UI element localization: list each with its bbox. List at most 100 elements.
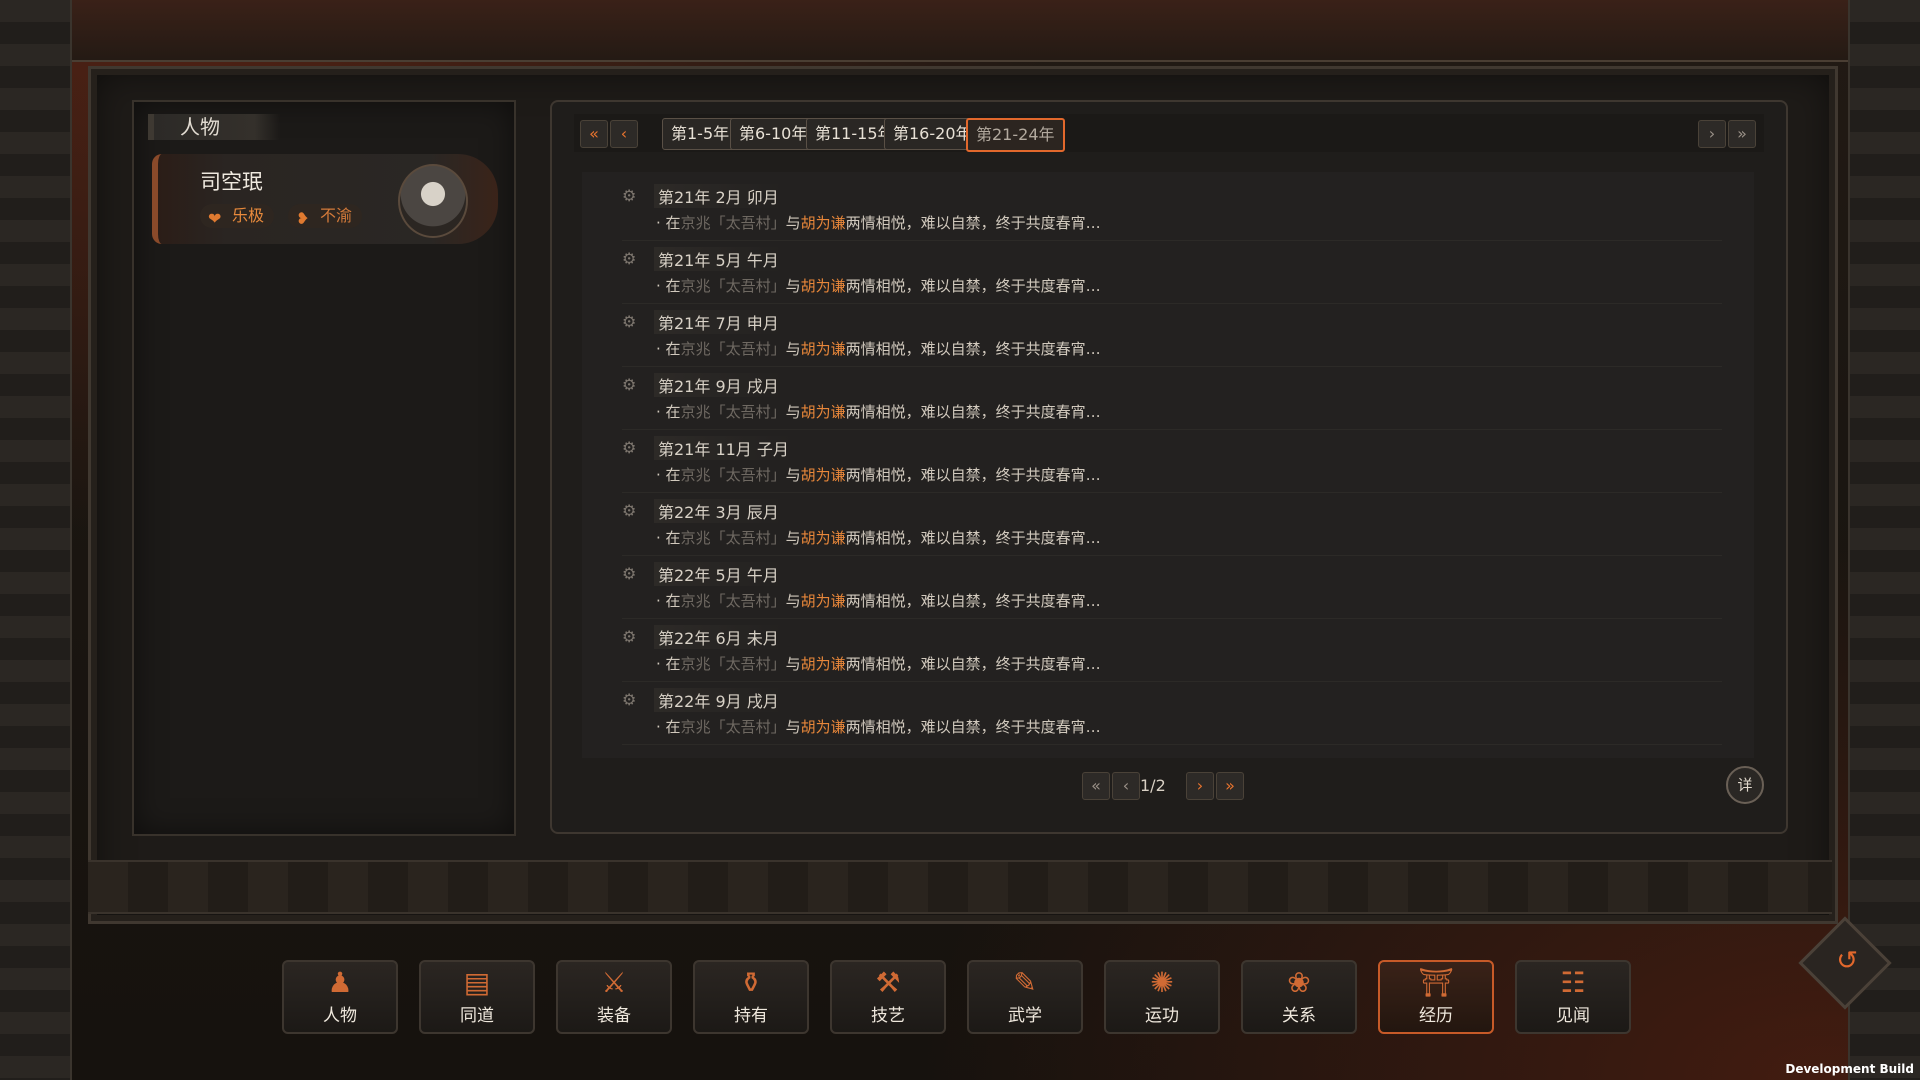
gear-bullet-icon: ⚙ [622,249,637,268]
list-item: ⚙ 第22年 6月 未月 · 在京兆「太吾村」与胡为谦两情相悦，难以自禁，终于共… [622,619,1722,682]
tab-label: 持有 [734,1006,768,1026]
event-date: 第22年 9月 戌月 [654,688,783,712]
tools-icon: ⚒ [875,966,901,999]
list-item: ⚙ 第22年 9月 戌月 · 在京兆「太吾村」与胡为谦两情相悦，难以自禁，终于共… [622,682,1722,745]
last-page-icon[interactable]: » [1728,120,1756,148]
tab-label: 装备 [597,1006,631,1026]
person-icon: ♟ [327,966,353,999]
tab-knowledge[interactable]: ☷ 见闻 [1515,960,1631,1034]
tab-skills[interactable]: ⚒ 技艺 [830,960,946,1034]
bag-icon: ⚱ [739,966,763,999]
event-text: · 在京兆「太吾村」与胡为谦两情相悦，难以自禁，终于共度春宵… [656,214,1101,232]
event-date: 第21年 2月 卯月 [654,184,783,208]
gear-bullet-icon: ⚙ [622,690,637,709]
tab-label: 同道 [460,1006,494,1026]
scroll-icon: ✎ [1013,966,1037,999]
event-date: 第21年 11月 子月 [654,436,793,460]
tab-year-1-5[interactable]: 第1-5年 [662,118,739,150]
list-item: ⚙ 第21年 5月 午月 · 在京兆「太吾村」与胡为谦两情相悦，难以自禁，终于共… [622,241,1722,304]
npc-link[interactable]: 胡为谦 [801,277,846,295]
npc-link[interactable]: 胡为谦 [801,592,846,610]
tab-cultivation[interactable]: ✺ 运功 [1104,960,1220,1034]
relation-icon: ❀ [1287,966,1311,999]
tab-label: 关系 [1282,1006,1316,1026]
gear-bullet-icon: ⚙ [622,627,637,646]
tab-relations[interactable]: ❀ 关系 [1241,960,1357,1034]
year-tab-strip: « ‹ 第1-5年 第6-10年 第11-15年 第16-20年 第21-24年… [574,114,1764,152]
list-item: ⚙ 第21年 9月 戌月 · 在京兆「太吾村」与胡为谦两情相悦，难以自禁，终于共… [622,367,1722,430]
npc-link[interactable]: 胡为谦 [801,718,846,736]
tab-year-21-24[interactable]: 第21-24年 [966,118,1065,152]
trait-label: 不渝 [320,206,353,225]
event-date: 第22年 6月 未月 [654,625,783,649]
trait-label: 乐极 [232,206,265,225]
energy-icon: ✺ [1150,966,1174,999]
tab-label: 经历 [1419,1006,1453,1026]
top-ornament [70,0,1850,62]
event-date: 第21年 5月 午月 [654,247,783,271]
pagination: « ‹ 1/2 › » [552,770,1786,800]
npc-link[interactable]: 胡为谦 [801,403,846,421]
tab-label: 武学 [1008,1006,1042,1026]
right-border [1848,0,1920,1080]
trait-tag[interactable]: ❤ 乐极 [200,204,275,228]
gear-bullet-icon: ⚙ [622,438,637,457]
event-text: · 在京兆「太吾村」与胡为谦两情相悦，难以自禁，终于共度春宵… [656,718,1101,736]
event-date: 第21年 7月 申月 [654,310,783,334]
first-page-icon[interactable]: « [1082,772,1110,800]
character-portrait[interactable] [398,164,468,238]
tab-history[interactable]: ⛩ 经历 [1378,960,1494,1034]
character-card[interactable]: 司空珉 ❤ 乐极 ❥ 不渝 [152,154,498,244]
history-panel: « ‹ 第1-5年 第6-10年 第11-15年 第16-20年 第21-24年… [550,100,1788,834]
cards-icon: ▤ [463,966,491,999]
character-panel: 人物 司空珉 ❤ 乐极 ❥ 不渝 [132,100,516,836]
prev-page-icon[interactable]: ‹ [1112,772,1140,800]
bottom-tab-bar: ♟ 人物 ▤ 同道 ⚔ 装备 ⚱ 持有 ⚒ 技艺 ✎ 武学 ✺ 运功 ❀ 关系 … [282,960,1642,1034]
trait-tag[interactable]: ❥ 不渝 [288,204,363,228]
tab-year-6-10[interactable]: 第6-10年 [730,118,817,150]
event-text: · 在京兆「太吾村」与胡为谦两情相悦，难以自禁，终于共度春宵… [656,529,1101,547]
npc-link[interactable]: 胡为谦 [801,529,846,547]
list-item: ⚙ 第22年 3月 辰月 · 在京兆「太吾村」与胡为谦两情相悦，难以自禁，终于共… [622,493,1722,556]
tab-inventory[interactable]: ⚱ 持有 [693,960,809,1034]
tab-companions[interactable]: ▤ 同道 [419,960,535,1034]
event-text: · 在京兆「太吾村」与胡为谦两情相悦，难以自禁，终于共度春宵… [656,655,1101,673]
npc-link[interactable]: 胡为谦 [801,655,846,673]
next-page-icon[interactable]: › [1186,772,1214,800]
event-text: · 在京兆「太吾村」与胡为谦两情相悦，难以自禁，终于共度春宵… [656,592,1101,610]
left-border [0,0,72,1080]
tab-martial-arts[interactable]: ✎ 武学 [967,960,1083,1034]
last-page-icon[interactable]: » [1216,772,1244,800]
detail-button[interactable]: 详 [1726,766,1764,804]
gear-bullet-icon: ⚙ [622,375,637,394]
event-text: · 在京兆「太吾村」与胡为谦两情相悦，难以自禁，终于共度春宵… [656,340,1101,358]
event-log: ⚙ 第21年 2月 卯月 · 在京兆「太吾村」与胡为谦两情相悦，难以自禁，终于共… [582,172,1754,758]
return-icon: ↺ [1836,945,1859,976]
book-icon: ☷ [1560,966,1586,999]
list-item: ⚙ 第21年 11月 子月 · 在京兆「太吾村」与胡为谦两情相悦，难以自禁，终于… [622,430,1722,493]
list-item: ⚙ 第21年 2月 卯月 · 在京兆「太吾村」与胡为谦两情相悦，难以自禁，终于共… [622,178,1722,241]
npc-link[interactable]: 胡为谦 [801,340,846,358]
list-item: ⚙ 第22年 5月 午月 · 在京兆「太吾村」与胡为谦两情相悦，难以自禁，终于共… [622,556,1722,619]
npc-link[interactable]: 胡为谦 [801,214,846,232]
tab-equipment[interactable]: ⚔ 装备 [556,960,672,1034]
tab-label: 技艺 [871,1006,905,1026]
event-date: 第22年 5月 午月 [654,562,783,586]
gear-bullet-icon: ⚙ [622,312,637,331]
tab-label: 人物 [323,1006,357,1026]
panel-title: 人物 [148,114,280,140]
event-date: 第21年 9月 戌月 [654,373,783,397]
history-icon: ⛩ [1418,966,1454,999]
double-heart-icon: ❥ [296,209,310,228]
gear-bullet-icon: ⚙ [622,186,637,205]
npc-link[interactable]: 胡为谦 [801,466,846,484]
next-tab-icon[interactable]: › [1698,120,1726,148]
event-text: · 在京兆「太吾村」与胡为谦两情相悦，难以自禁，终于共度春宵… [656,403,1101,421]
heart-icon: ❤ [208,209,222,228]
event-text: · 在京兆「太吾村」与胡为谦两情相悦，难以自禁，终于共度春宵… [656,466,1101,484]
event-text: · 在京兆「太吾村」与胡为谦两情相悦，难以自禁，终于共度春宵… [656,277,1101,295]
first-page-icon[interactable]: « [580,120,608,148]
bottom-ornament-band [88,860,1832,914]
prev-tab-icon[interactable]: ‹ [610,120,638,148]
tab-person[interactable]: ♟ 人物 [282,960,398,1034]
